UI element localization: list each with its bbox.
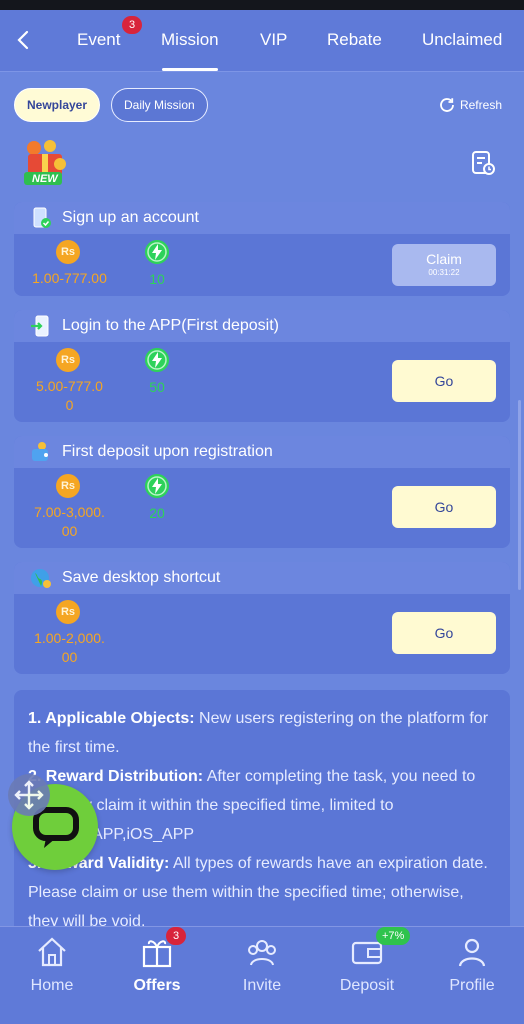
mission-title: Login to the APP(First deposit) bbox=[62, 317, 279, 334]
nav-label: Home bbox=[30, 977, 74, 994]
bottom-nav: Home Offers 3 Invite Deposit +7% Profile bbox=[0, 926, 524, 1024]
mission-card-login-app: Login to the APP(First deposit) Rs 5.00-… bbox=[14, 310, 510, 422]
go-button[interactable]: Go bbox=[392, 486, 496, 528]
rupee-coin-icon: Rs bbox=[56, 240, 80, 264]
nav-invite[interactable]: Invite bbox=[217, 935, 307, 995]
rupee-coin-icon: Rs bbox=[56, 474, 80, 498]
drag-handle[interactable] bbox=[8, 774, 50, 816]
nav-offers[interactable]: Offers bbox=[112, 935, 202, 995]
reward-amount-line: 00 bbox=[61, 649, 78, 665]
energy-bolt-icon bbox=[145, 348, 169, 372]
reward-amount-line: 1.00-2,000. bbox=[34, 630, 105, 646]
energy-bolt-icon bbox=[145, 240, 169, 264]
reward-amount: 7.00-3,000. 00 bbox=[22, 503, 117, 541]
back-arrow-icon[interactable] bbox=[12, 28, 36, 52]
home-icon bbox=[38, 937, 66, 967]
active-tab-indicator bbox=[162, 68, 218, 71]
nav-home[interactable]: Home bbox=[7, 935, 97, 995]
mission-title: First deposit upon registration bbox=[62, 443, 273, 460]
reward-amount: 1.00-2,000. 00 bbox=[22, 629, 117, 667]
history-record-icon[interactable] bbox=[470, 150, 496, 176]
mission-card-signup: Sign up an account Rs 1.00-777.00 10 Cla… bbox=[14, 202, 510, 296]
pill-newplayer[interactable]: Newplayer bbox=[14, 88, 101, 122]
nav-label: Deposit bbox=[339, 977, 395, 994]
mission-card-first-deposit: First deposit upon registration Rs 7.00-… bbox=[14, 436, 510, 548]
go-button[interactable]: Go bbox=[392, 612, 496, 654]
nav-profile[interactable]: Profile bbox=[427, 935, 517, 995]
globe-icon bbox=[31, 569, 51, 588]
reward-amount-line: 0 bbox=[65, 397, 74, 413]
profile-icon bbox=[458, 938, 486, 967]
tab-vip[interactable]: VIP bbox=[260, 30, 287, 50]
phone-check-icon bbox=[33, 207, 51, 228]
reward-points: 20 bbox=[149, 505, 165, 521]
event-badge: 3 bbox=[122, 16, 142, 34]
deposit-bonus-badge: +7% bbox=[376, 927, 411, 945]
rule-1-label: 1. Applicable Objects: bbox=[28, 710, 195, 727]
mission-card-desktop-shortcut: Save desktop shortcut Rs 1.00-2,000. 00 … bbox=[14, 562, 510, 674]
claim-button[interactable]: Claim 00:31:22 bbox=[392, 244, 496, 286]
rupee-coin-icon: Rs bbox=[56, 348, 80, 372]
scrollbar[interactable] bbox=[518, 400, 521, 590]
nav-label: Invite bbox=[242, 977, 282, 994]
status-bar bbox=[0, 0, 524, 10]
reward-amount-line: 5.00-777.0 bbox=[36, 378, 103, 394]
tab-unclaimed[interactable]: Unclaimed bbox=[422, 30, 502, 50]
tab-mission[interactable]: Mission bbox=[161, 30, 219, 50]
invite-people-icon bbox=[248, 940, 276, 966]
refresh-icon bbox=[440, 98, 454, 112]
claim-label: Claim bbox=[426, 251, 462, 267]
wallet-icon bbox=[32, 442, 48, 461]
reward-points: 50 bbox=[149, 379, 165, 395]
nav-label: Offers bbox=[133, 977, 181, 994]
nav-label: Profile bbox=[449, 977, 495, 994]
energy-bolt-icon bbox=[145, 474, 169, 498]
claim-timer: 00:31:22 bbox=[428, 268, 460, 277]
reward-amount-line: 00 bbox=[61, 523, 78, 539]
mission-title: Sign up an account bbox=[62, 209, 199, 226]
top-nav: Event 3 Mission VIP Rebate Unclaimed bbox=[0, 10, 524, 72]
mission-title: Save desktop shortcut bbox=[62, 569, 221, 586]
refresh-label: Refresh bbox=[459, 98, 502, 112]
tab-event[interactable]: Event bbox=[77, 30, 120, 50]
offers-badge: 3 bbox=[166, 927, 186, 945]
reward-amount: 5.00-777.0 0 bbox=[22, 377, 117, 415]
go-button[interactable]: Go bbox=[392, 360, 496, 402]
rule-2-label: 2. Reward Distribution: bbox=[28, 768, 204, 785]
reward-amount: 1.00-777.00 bbox=[32, 270, 107, 286]
mission-filter-bar: Newplayer Daily Mission Refresh bbox=[0, 86, 524, 126]
pill-daily-mission[interactable]: Daily Mission bbox=[111, 88, 208, 122]
tab-rebate[interactable]: Rebate bbox=[327, 30, 382, 50]
reward-amount-line: 7.00-3,000. bbox=[34, 504, 105, 520]
move-arrows-icon bbox=[14, 780, 44, 810]
reward-points: 10 bbox=[149, 271, 165, 287]
refresh-button[interactable]: Refresh bbox=[438, 96, 502, 114]
rupee-coin-icon: Rs bbox=[56, 600, 80, 624]
new-badge-label: NEW bbox=[32, 173, 58, 185]
app-login-icon bbox=[31, 315, 49, 337]
